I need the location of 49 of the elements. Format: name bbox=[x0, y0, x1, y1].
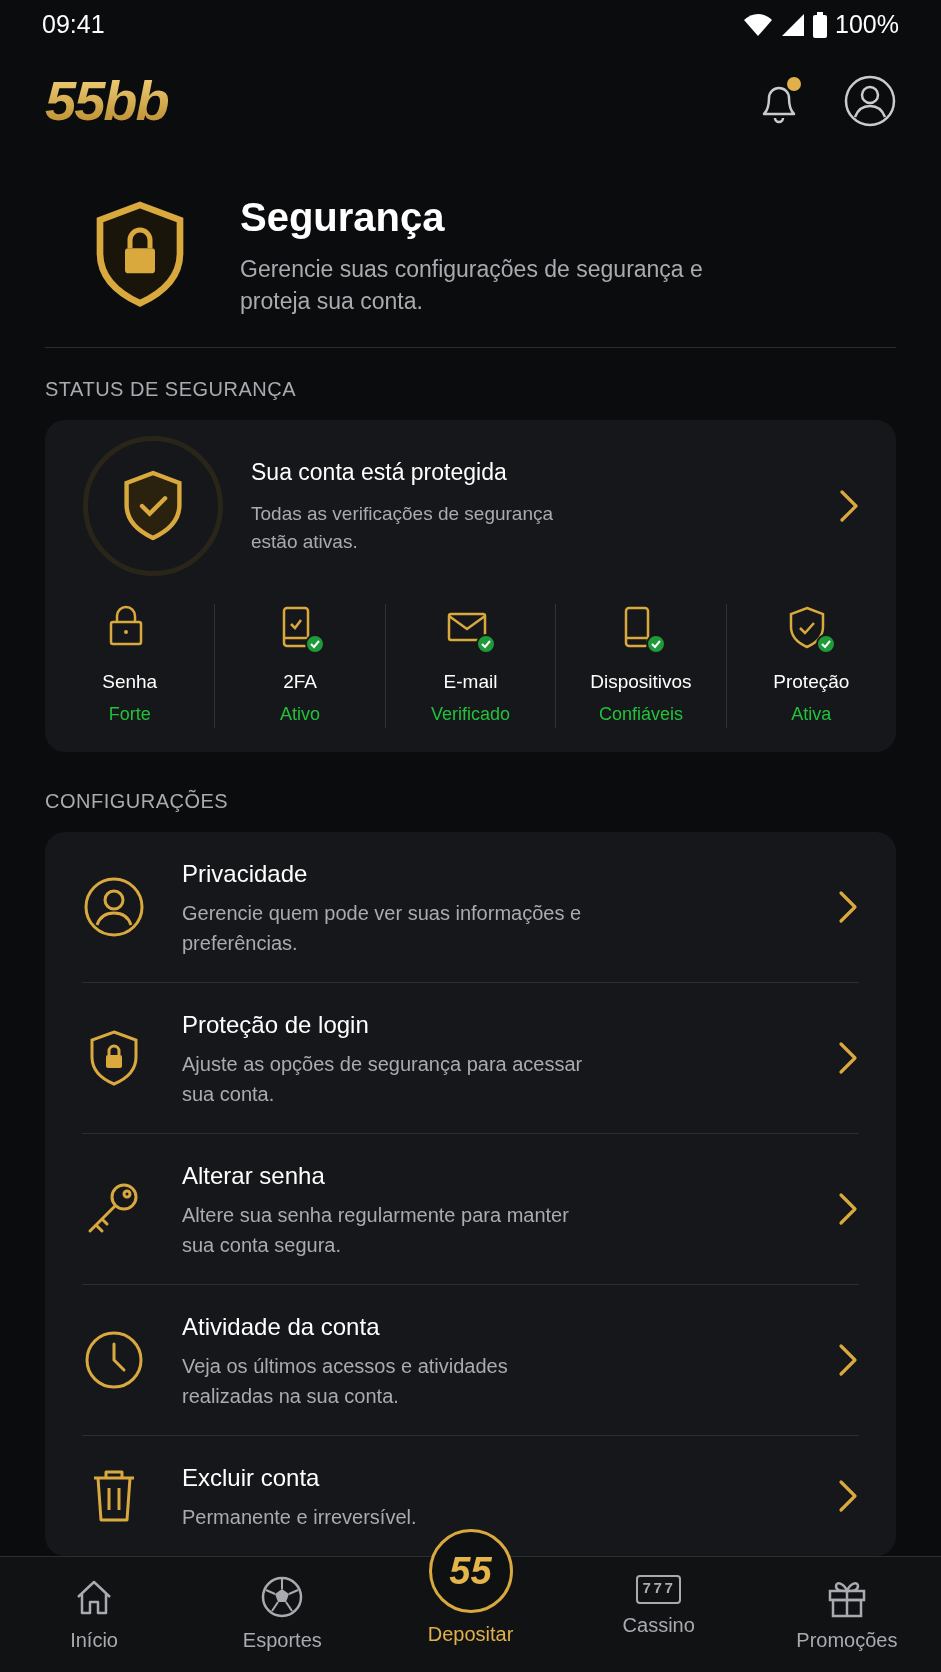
section-label: STATUS DE SEGURANÇA bbox=[45, 377, 297, 403]
chevron-right-icon bbox=[837, 1478, 859, 1513]
status-item-label: Senha bbox=[101, 670, 159, 695]
status-item-label: E-mail bbox=[442, 670, 499, 695]
battery-icon bbox=[813, 11, 828, 38]
settings-item[interactable]: Alterar senha Altere sua senha regularmente para manter sua conta segura. bbox=[82, 1132, 859, 1284]
section-label: CONFIGURAÇÕES bbox=[45, 788, 230, 814]
profile-icon[interactable] bbox=[844, 75, 896, 128]
settings-item-description: Gerencie quem pode ver suas informações e preferências. bbox=[182, 900, 583, 956]
nav-tab[interactable]: Início bbox=[0, 1556, 189, 1655]
status-item-value: Verificado bbox=[430, 702, 512, 726]
settings-item-description: Veja os últimos acessos e atividades realizadas na sua conta. bbox=[182, 1353, 509, 1409]
chevron-right-icon bbox=[838, 489, 860, 524]
settings-item-description: Altere sua senha regularmente para manter sua conta segura. bbox=[182, 1202, 570, 1258]
chevron-right-icon bbox=[837, 1342, 859, 1377]
settings-item-title: Alterar senha bbox=[182, 1160, 326, 1191]
nav-tab[interactable]: Promoções bbox=[752, 1556, 941, 1655]
chevron-right-icon bbox=[837, 889, 859, 924]
status-item-value: Confiáveis bbox=[597, 702, 684, 726]
page-title: Segurança bbox=[240, 193, 446, 241]
signal-icon bbox=[781, 12, 806, 37]
soccer-ball-icon bbox=[260, 1574, 305, 1619]
settings-item[interactable]: Atividade da conta Veja os últimos acessos e atividades realizadas na sua conta. bbox=[82, 1283, 859, 1435]
nav-tab[interactable]: 777 Cassino bbox=[564, 1556, 753, 1641]
settings-item-description: Permanente e irreversível. bbox=[182, 1504, 418, 1530]
chevron-right-icon bbox=[837, 1040, 859, 1075]
clock-time: 09:41 bbox=[42, 8, 105, 40]
settings-item[interactable]: Proteção de login Ajuste as opções de segurança para acessar sua conta. bbox=[82, 981, 859, 1133]
settings-item-title: Atividade da conta bbox=[182, 1311, 381, 1342]
settings-item-title: Excluir conta bbox=[182, 1462, 321, 1493]
status-item-value: Ativo bbox=[279, 702, 322, 726]
status-item-label: Proteção bbox=[772, 670, 851, 695]
status-item-label: Dispositivos bbox=[589, 670, 693, 695]
settings-item-title: Proteção de login bbox=[182, 1009, 370, 1040]
status-item-label: 2FA bbox=[282, 670, 318, 695]
page-subtitle: Gerencie suas configurações de segurança e proteja sua conta. bbox=[240, 254, 704, 316]
nav-tab[interactable]: Esportes bbox=[188, 1556, 377, 1655]
wifi-icon bbox=[743, 12, 774, 37]
chevron-right-icon bbox=[837, 1191, 859, 1226]
settings-item[interactable]: Privacidade Gerencie quem pode ver suas informações e preferências. bbox=[82, 831, 859, 982]
status-item-value: Forte bbox=[107, 702, 152, 726]
battery-percent: 100% bbox=[835, 8, 899, 40]
status-title: Sua conta está protegida bbox=[251, 458, 508, 488]
status-summary-row[interactable]: Sua conta está protegida Todas as verificações de segurança estão ativas. bbox=[45, 420, 896, 595]
slot-machine-icon: 777 bbox=[636, 1574, 682, 1605]
settings-item-title: Privacidade bbox=[182, 858, 309, 889]
settings-item-description: Ajuste as opções de segurança para acessar sua conta. bbox=[182, 1051, 584, 1107]
status-item-value: Ativa bbox=[790, 702, 833, 726]
status-description: Todas as verificações de segurança estão ativas. bbox=[251, 501, 555, 555]
